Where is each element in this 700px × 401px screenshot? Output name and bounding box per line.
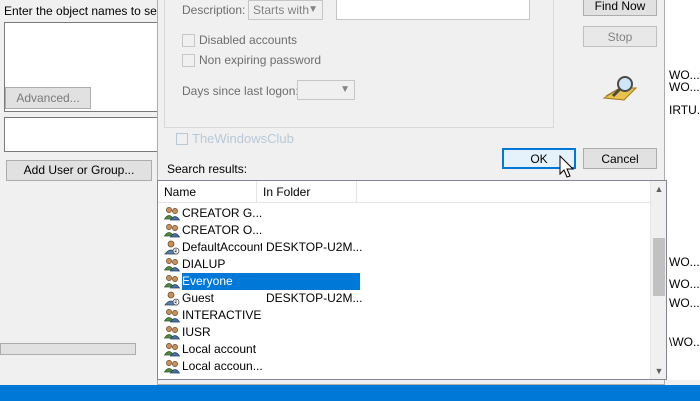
row-folder (266, 205, 362, 222)
group-icon (164, 309, 180, 323)
row-folder (266, 273, 362, 290)
table-row[interactable]: DIALUP (162, 256, 650, 273)
row-name: Guest (182, 291, 215, 305)
chevron-down-icon: ▼ (308, 4, 318, 15)
row-folder (266, 256, 362, 273)
right-window-text: WO... (669, 277, 700, 291)
search-magnifier-icon (602, 76, 638, 101)
non-expiring-password-label: Non expiring password (199, 53, 322, 67)
group-icon (164, 360, 180, 374)
description-label: Description: (182, 3, 246, 17)
column-header-in-folder[interactable]: In Folder (257, 181, 357, 203)
row-name: Local account (182, 342, 257, 356)
description-mode-select[interactable]: Starts with ▼ (248, 0, 323, 20)
user-icon (164, 291, 180, 306)
table-row[interactable]: INTERACTIVE (162, 307, 650, 324)
vertical-scrollbar[interactable]: ▲ ▼ (650, 181, 666, 379)
user-icon (164, 240, 180, 255)
row-folder: DESKTOP-U2M... (266, 240, 362, 254)
group-icon (164, 326, 180, 340)
group-icon (164, 343, 180, 357)
column-header-name[interactable]: Name (158, 181, 257, 203)
right-window-text: WO... (669, 80, 700, 94)
search-results-list[interactable]: Name In Folder CREATOR G... CREATOR O... D… (157, 180, 667, 380)
search-results-label: Search results: (167, 162, 248, 176)
scroll-up-icon[interactable]: ▲ (651, 181, 666, 197)
right-window-text: WO... (669, 296, 700, 310)
row-name: Local accoun... (182, 359, 262, 373)
table-row[interactable]: Guest DESKTOP-U2M... (162, 290, 650, 307)
results-header: Name In Folder (158, 181, 650, 203)
days-since-logon-select[interactable]: ▼ (297, 80, 355, 100)
watermark-logo-icon (176, 133, 188, 145)
description-input[interactable] (336, 0, 530, 20)
row-folder (266, 222, 362, 239)
right-window-text: WO... (669, 255, 700, 269)
row-folder (266, 358, 362, 375)
add-user-or-group-button[interactable]: Add User or Group... (6, 160, 152, 181)
scroll-down-icon[interactable]: ▼ (651, 363, 666, 379)
description-mode-value: Starts with (253, 3, 310, 17)
object-names-label: Enter the object names to select (4, 4, 176, 18)
background-list-box (4, 117, 160, 152)
right-window-text: \WO... (669, 335, 700, 349)
days-since-logon-label: Days since last logon: (182, 84, 299, 98)
table-row[interactable]: Local account (162, 341, 650, 358)
background-window-right: WO... WO... IRTU... WO... WO... WO... \W… (664, 0, 700, 380)
table-row[interactable]: CREATOR G... (162, 205, 650, 222)
advanced-button[interactable]: Advanced... (5, 87, 91, 109)
row-name: IUSR (182, 325, 211, 339)
table-row[interactable]: IUSR (162, 324, 650, 341)
row-name: INTERACTIVE (182, 308, 262, 322)
row-folder (266, 307, 362, 324)
row-name: CREATOR G... (182, 206, 262, 220)
mouse-cursor-icon (559, 155, 575, 178)
group-icon (164, 207, 180, 221)
taskbar (0, 385, 700, 401)
scroll-thumb[interactable] (653, 238, 665, 296)
group-icon (164, 258, 180, 272)
row-folder: DESKTOP-U2M... (266, 291, 362, 305)
group-icon (164, 224, 180, 238)
background-scroll-bar (0, 343, 136, 355)
chevron-down-icon: ▼ (340, 84, 350, 95)
row-name: CREATOR O... (182, 223, 262, 237)
row-folder (266, 341, 362, 358)
right-window-text: IRTU... (669, 103, 700, 117)
row-folder (266, 324, 362, 341)
row-name: DIALUP (182, 257, 226, 271)
non-expiring-password-checkbox[interactable] (182, 54, 195, 67)
table-row[interactable]: Everyone (162, 273, 650, 290)
disabled-accounts-checkbox[interactable] (182, 34, 195, 47)
group-icon (164, 275, 180, 289)
watermark-text: TheWindowsClub (192, 131, 294, 146)
table-row[interactable]: DefaultAccount DESKTOP-U2M... (162, 239, 650, 256)
disabled-accounts-label: Disabled accounts (199, 33, 298, 47)
cancel-button[interactable]: Cancel (583, 148, 657, 169)
row-name: DefaultAccount (182, 240, 262, 254)
table-row[interactable]: Local accoun... (162, 358, 650, 375)
find-now-button[interactable]: Find Now (583, 0, 657, 16)
stop-button[interactable]: Stop (583, 26, 657, 47)
table-row[interactable]: CREATOR O... (162, 222, 650, 239)
